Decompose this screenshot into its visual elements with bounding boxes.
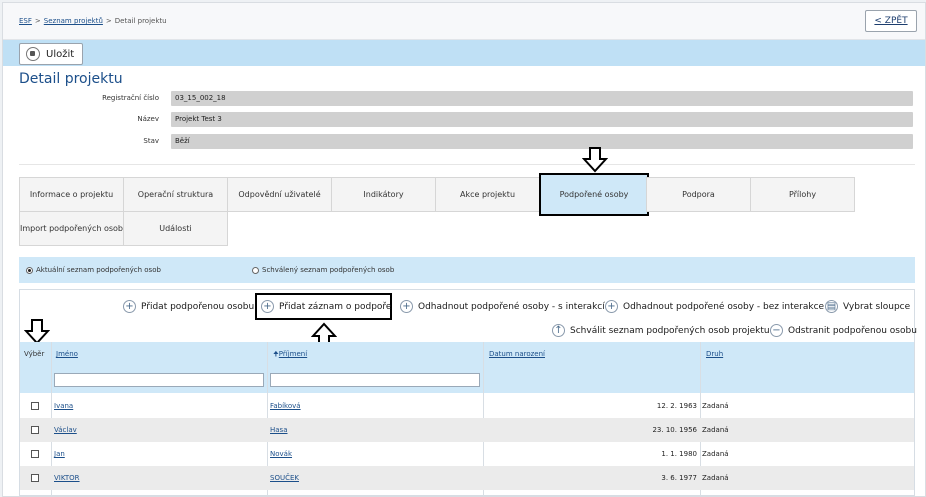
top-bar: ESF > Seznam projektů > Detail projektu < ZP… (3, 3, 925, 40)
tab-support[interactable]: Podpora (646, 177, 751, 212)
radio-approved-label: Schválený seznam podpořených osob (262, 266, 395, 274)
state-field[interactable]: Běží (171, 134, 913, 149)
tab-indicators[interactable]: Indikátory (331, 177, 436, 212)
radio-unselected-icon (252, 266, 259, 274)
header-kind[interactable]: Druh (706, 350, 723, 358)
remove-person-label: Odstranit podpořenou osobu (788, 325, 917, 336)
toolbar: Uložit (3, 40, 925, 66)
first-name-link[interactable]: Jan (54, 450, 65, 458)
tab-responsible-users[interactable]: Odpovědní uživatelé (227, 177, 332, 212)
divider (19, 164, 915, 165)
tab-attachments[interactable]: Přílohy (750, 177, 855, 212)
breadcrumb-separator: > (34, 17, 41, 25)
tab-events[interactable]: Události (123, 211, 228, 246)
row-checkbox[interactable] (31, 426, 39, 434)
kind-cell: Zadaná (702, 474, 729, 482)
add-person-label: Přidat podpořenou osobu (141, 301, 255, 312)
registration-label: Registrační číslo (102, 94, 159, 102)
save-button-label: Uložit (46, 48, 75, 60)
approve-list-label: Schválit seznam podpořených osob projekt… (570, 325, 770, 336)
add-person-button[interactable]: + Přidat podpořenou osobu (123, 300, 254, 313)
tab-import-persons[interactable]: Import podpořených osob (19, 211, 124, 246)
list-type-radio-bar: Aktuální seznam podpořených osob Schvále… (19, 257, 915, 283)
row-checkbox[interactable] (31, 450, 39, 458)
floppy-disk-icon (26, 47, 40, 61)
table-row[interactable]: Václav Hasa 23. 10. 1956 Zadaná (20, 418, 914, 442)
columns-icon: ▤ (825, 300, 838, 313)
last-name-filter-input[interactable] (270, 373, 480, 387)
estimate-without-interaction-button[interactable]: + Odhadnout podpořené osoby - bez interak… (605, 300, 824, 313)
page: ESF > Seznam projektů > Detail projektu < ZP… (2, 2, 926, 497)
form-row-name: Název Projekt Test 3 (3, 112, 925, 128)
header-last-name-sort[interactable]: 🠉Příjmení (273, 350, 307, 361)
plus-circle-icon: + (261, 300, 274, 313)
breadcrumb-current: Detail projektu (114, 17, 167, 25)
birth-date-cell: 3. 6. 1977 (661, 474, 697, 482)
estimate-with-interaction-button[interactable]: + Odhadnout podpořené osoby - s interakcí (400, 300, 605, 313)
add-record-label: Přidat záznam o podpoře (279, 301, 392, 312)
radio-approved-list[interactable]: Schválený seznam podpořených osob (252, 266, 394, 274)
last-name-link[interactable]: Hasa (270, 426, 288, 434)
page-title: Detail projektu (19, 71, 123, 87)
add-support-record-button[interactable]: + Přidat záznam o podpoře (261, 300, 391, 313)
row-checkbox[interactable] (31, 402, 39, 410)
save-button[interactable]: Uložit (19, 43, 84, 65)
first-name-filter-input[interactable] (54, 373, 264, 387)
breadcrumb: ESF > Seznam projektů > Detail projektu (19, 17, 167, 25)
name-field[interactable]: Projekt Test 3 (171, 112, 913, 127)
birth-date-cell: 23. 10. 1956 (652, 426, 697, 434)
persons-grid: + Přidat podpořenou osobu + Přidat záznam … (19, 289, 917, 496)
header-select: Výběr (24, 350, 45, 358)
minus-circle-icon: − (770, 324, 783, 337)
form-row-registration: Registrační číslo 03_15_002_18 (3, 91, 925, 107)
registration-field[interactable]: 03_15_002_18 (171, 91, 913, 106)
radio-selected-icon (26, 266, 33, 274)
tab-project-info[interactable]: Informace o projektu (19, 177, 124, 212)
select-columns-button[interactable]: ▤ Vybrat sloupce (825, 300, 910, 313)
row-checkbox[interactable] (31, 474, 39, 482)
table-row[interactable]: Jan Novák 1. 1. 1980 Zadaná (20, 442, 914, 466)
plus-circle-icon: + (605, 300, 618, 313)
select-columns-label: Vybrat sloupce (843, 301, 911, 312)
back-button[interactable]: < ZPĚT (865, 10, 917, 32)
plus-circle-icon: + (123, 300, 136, 313)
estimate-with-label: Odhadnout podpořené osoby - s interakcí (418, 301, 605, 312)
radio-current-list[interactable]: Aktuální seznam podpořených osob (26, 266, 161, 274)
kind-cell: Zadaná (702, 450, 729, 458)
last-name-link[interactable]: Novák (270, 450, 292, 458)
birth-date-cell: 12. 2. 1963 (656, 402, 697, 410)
filter-row (20, 367, 914, 393)
approve-list-button[interactable]: ↑ Schválit seznam podpořených osob projek… (552, 324, 770, 337)
header-first-name[interactable]: Jméno (56, 350, 78, 358)
header-last-name[interactable]: Příjmení (279, 350, 307, 358)
header-birth-date[interactable]: Datum narození (489, 350, 545, 358)
upload-icon: ↑ (552, 324, 565, 337)
remove-person-button[interactable]: − Odstranit podpořenou osobu (770, 324, 917, 337)
tab-supported-persons[interactable]: Podpořené osoby (539, 173, 649, 216)
tab-operational-structure[interactable]: Operační struktura (123, 177, 228, 212)
table-row[interactable]: Ivana Fabíková 12. 2. 1963 Zadaná (20, 394, 914, 418)
breadcrumb-projects-link[interactable]: Seznam projektů (44, 17, 103, 25)
breadcrumb-home-link[interactable]: ESF (19, 17, 32, 25)
last-name-link[interactable]: Fabíková (270, 402, 301, 410)
birth-date-cell: 1. 1. 1980 (661, 450, 697, 458)
first-name-link[interactable]: VIKTOR (54, 474, 80, 482)
table-header: Výběr Jméno 🠉Příjmení Datum narození Dru… (20, 342, 914, 367)
arrow-down-annotation-icon (582, 147, 608, 173)
estimate-without-label: Odhadnout podpořené osoby - bez interakc… (623, 301, 825, 312)
first-name-link[interactable]: Ivana (54, 402, 73, 410)
state-label: Stav (143, 137, 159, 145)
last-name-link[interactable]: SOUČEK (270, 474, 299, 482)
kind-cell: Zadaná (702, 426, 729, 434)
name-label: Název (137, 115, 159, 123)
first-name-link[interactable]: Václav (54, 426, 77, 434)
kind-cell: Zadaná (702, 402, 729, 410)
radio-current-label: Aktuální seznam podpořených osob (36, 266, 161, 274)
breadcrumb-separator: > (105, 17, 112, 25)
table-row[interactable]: VIKTOR SOUČEK 3. 6. 1977 Zadaná (20, 466, 914, 490)
plus-circle-icon: + (400, 300, 413, 313)
tab-project-actions[interactable]: Akce projektu (435, 177, 540, 212)
form-row-state: Stav Běží (3, 134, 925, 150)
